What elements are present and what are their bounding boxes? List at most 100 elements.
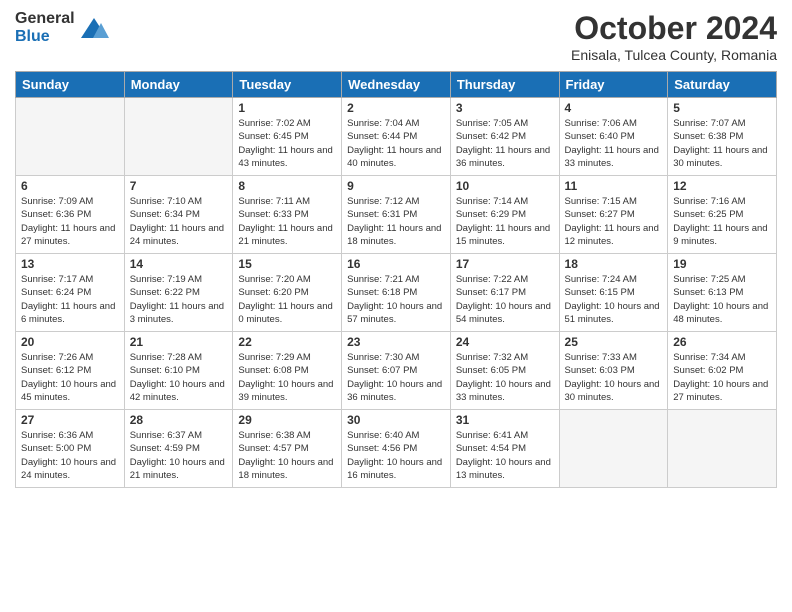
week-row-1: 1 Sunrise: 7:02 AMSunset: 6:45 PMDaylight…	[16, 98, 777, 176]
day-info: Sunrise: 7:34 AMSunset: 6:02 PMDaylight:…	[673, 351, 771, 404]
day-info: Sunrise: 7:09 AMSunset: 6:36 PMDaylight:…	[21, 195, 119, 248]
day-info: Sunrise: 7:02 AMSunset: 6:45 PMDaylight:…	[238, 117, 336, 170]
logo-blue: Blue	[15, 28, 75, 46]
calendar-cell: 13 Sunrise: 7:17 AMSunset: 6:24 PMDayligh…	[16, 254, 125, 332]
calendar-header-row: Sunday Monday Tuesday Wednesday Thursday…	[16, 72, 777, 98]
day-info: Sunrise: 7:04 AMSunset: 6:44 PMDaylight:…	[347, 117, 445, 170]
calendar-cell: 8Sunrise: 7:11 AMSunset: 6:33 PMDaylight…	[233, 176, 342, 254]
week-row-2: 6 Sunrise: 7:09 AMSunset: 6:36 PMDaylight…	[16, 176, 777, 254]
calendar-cell: 4Sunrise: 7:06 AMSunset: 6:40 PMDaylight…	[559, 98, 668, 176]
calendar-cell: 6 Sunrise: 7:09 AMSunset: 6:36 PMDaylight…	[16, 176, 125, 254]
calendar-cell: 16 Sunrise: 7:21 AMSunset: 6:18 PMDayligh…	[342, 254, 451, 332]
day-number: 6	[21, 179, 119, 193]
day-number: 14	[130, 257, 228, 271]
day-number: 11	[565, 179, 663, 193]
day-number: 29	[238, 413, 336, 427]
calendar-cell: 21 Sunrise: 7:28 AMSunset: 6:10 PMDayligh…	[124, 332, 233, 410]
calendar-cell: 24 Sunrise: 7:32 AMSunset: 6:05 PMDayligh…	[450, 332, 559, 410]
title-area: October 2024 Enisala, Tulcea County, Rom…	[571, 10, 777, 63]
day-info: Sunrise: 7:26 AMSunset: 6:12 PMDaylight:…	[21, 351, 119, 404]
calendar-cell: 30 Sunrise: 6:40 AMSunset: 4:56 PMDayligh…	[342, 410, 451, 488]
day-number: 9	[347, 179, 445, 193]
day-info: Sunrise: 7:22 AMSunset: 6:17 PMDaylight:…	[456, 273, 554, 326]
day-number: 7	[130, 179, 228, 193]
day-info: Sunrise: 7:33 AMSunset: 6:03 PMDaylight:…	[565, 351, 663, 404]
day-info: Sunrise: 7:14 AMSunset: 6:29 PMDaylight:…	[456, 195, 554, 248]
day-number: 23	[347, 335, 445, 349]
day-info: Sunrise: 6:40 AMSunset: 4:56 PMDaylight:…	[347, 429, 445, 482]
calendar-cell: 11 Sunrise: 7:15 AMSunset: 6:27 PMDayligh…	[559, 176, 668, 254]
calendar-cell: 17 Sunrise: 7:22 AMSunset: 6:17 PMDayligh…	[450, 254, 559, 332]
day-number: 27	[21, 413, 119, 427]
calendar-cell: 26 Sunrise: 7:34 AMSunset: 6:02 PMDayligh…	[668, 332, 777, 410]
day-info: Sunrise: 7:16 AMSunset: 6:25 PMDaylight:…	[673, 195, 771, 248]
day-info: Sunrise: 6:36 AMSunset: 5:00 PMDaylight:…	[21, 429, 119, 482]
col-sunday: Sunday	[16, 72, 125, 98]
week-row-4: 20 Sunrise: 7:26 AMSunset: 6:12 PMDayligh…	[16, 332, 777, 410]
day-number: 22	[238, 335, 336, 349]
calendar-cell	[16, 98, 125, 176]
day-info: Sunrise: 7:25 AMSunset: 6:13 PMDaylight:…	[673, 273, 771, 326]
day-info: Sunrise: 7:07 AMSunset: 6:38 PMDaylight:…	[673, 117, 771, 170]
week-row-5: 27 Sunrise: 6:36 AMSunset: 5:00 PMDayligh…	[16, 410, 777, 488]
day-info: Sunrise: 7:24 AMSunset: 6:15 PMDaylight:…	[565, 273, 663, 326]
day-number: 21	[130, 335, 228, 349]
day-info: Sunrise: 6:37 AMSunset: 4:59 PMDaylight:…	[130, 429, 228, 482]
calendar-cell: 7 Sunrise: 7:10 AMSunset: 6:34 PMDaylight…	[124, 176, 233, 254]
day-number: 12	[673, 179, 771, 193]
calendar-cell: 28Sunrise: 6:37 AMSunset: 4:59 PMDayligh…	[124, 410, 233, 488]
calendar-cell: 12 Sunrise: 7:16 AMSunset: 6:25 PMDayligh…	[668, 176, 777, 254]
calendar-cell: 22 Sunrise: 7:29 AMSunset: 6:08 PMDayligh…	[233, 332, 342, 410]
day-info: Sunrise: 6:41 AMSunset: 4:54 PMDaylight:…	[456, 429, 554, 482]
day-number: 3	[456, 101, 554, 115]
calendar-cell: 14 Sunrise: 7:19 AMSunset: 6:22 PMDayligh…	[124, 254, 233, 332]
calendar-cell: 9 Sunrise: 7:12 AMSunset: 6:31 PMDaylight…	[342, 176, 451, 254]
day-info: Sunrise: 7:28 AMSunset: 6:10 PMDaylight:…	[130, 351, 228, 404]
logo: General Blue	[15, 10, 109, 45]
subtitle: Enisala, Tulcea County, Romania	[571, 47, 777, 63]
month-title: October 2024	[571, 10, 777, 47]
day-number: 1	[238, 101, 336, 115]
calendar-cell: 20 Sunrise: 7:26 AMSunset: 6:12 PMDayligh…	[16, 332, 125, 410]
day-info: Sunrise: 7:21 AMSunset: 6:18 PMDaylight:…	[347, 273, 445, 326]
calendar-cell: 15 Sunrise: 7:20 AMSunset: 6:20 PMDayligh…	[233, 254, 342, 332]
day-number: 19	[673, 257, 771, 271]
day-number: 31	[456, 413, 554, 427]
calendar-cell: 31 Sunrise: 6:41 AMSunset: 4:54 PMDayligh…	[450, 410, 559, 488]
day-number: 15	[238, 257, 336, 271]
calendar-cell: 19 Sunrise: 7:25 AMSunset: 6:13 PMDayligh…	[668, 254, 777, 332]
day-info: Sunrise: 7:12 AMSunset: 6:31 PMDaylight:…	[347, 195, 445, 248]
day-number: 24	[456, 335, 554, 349]
day-number: 16	[347, 257, 445, 271]
day-info: Sunrise: 7:19 AMSunset: 6:22 PMDaylight:…	[130, 273, 228, 326]
day-number: 25	[565, 335, 663, 349]
day-number: 26	[673, 335, 771, 349]
calendar-table: Sunday Monday Tuesday Wednesday Thursday…	[15, 71, 777, 488]
col-monday: Monday	[124, 72, 233, 98]
day-number: 8	[238, 179, 336, 193]
day-info: Sunrise: 7:20 AMSunset: 6:20 PMDaylight:…	[238, 273, 336, 326]
col-saturday: Saturday	[668, 72, 777, 98]
logo-general: General	[15, 10, 75, 28]
day-info: Sunrise: 7:29 AMSunset: 6:08 PMDaylight:…	[238, 351, 336, 404]
calendar-cell: 3Sunrise: 7:05 AMSunset: 6:42 PMDaylight…	[450, 98, 559, 176]
day-number: 20	[21, 335, 119, 349]
calendar-cell: 25 Sunrise: 7:33 AMSunset: 6:03 PMDayligh…	[559, 332, 668, 410]
page: General Blue October 2024 Enisala, Tulce…	[0, 0, 792, 612]
col-thursday: Thursday	[450, 72, 559, 98]
day-number: 30	[347, 413, 445, 427]
day-info: Sunrise: 7:15 AMSunset: 6:27 PMDaylight:…	[565, 195, 663, 248]
calendar-cell: 5Sunrise: 7:07 AMSunset: 6:38 PMDaylight…	[668, 98, 777, 176]
calendar-cell	[559, 410, 668, 488]
day-number: 13	[21, 257, 119, 271]
day-info: Sunrise: 7:32 AMSunset: 6:05 PMDaylight:…	[456, 351, 554, 404]
day-info: Sunrise: 7:17 AMSunset: 6:24 PMDaylight:…	[21, 273, 119, 326]
calendar-cell: 1 Sunrise: 7:02 AMSunset: 6:45 PMDaylight…	[233, 98, 342, 176]
calendar-cell: 10 Sunrise: 7:14 AMSunset: 6:29 PMDayligh…	[450, 176, 559, 254]
day-number: 10	[456, 179, 554, 193]
day-info: Sunrise: 7:30 AMSunset: 6:07 PMDaylight:…	[347, 351, 445, 404]
calendar-cell: 2Sunrise: 7:04 AMSunset: 6:44 PMDaylight…	[342, 98, 451, 176]
day-number: 17	[456, 257, 554, 271]
day-info: Sunrise: 7:10 AMSunset: 6:34 PMDaylight:…	[130, 195, 228, 248]
day-info: Sunrise: 6:38 AMSunset: 4:57 PMDaylight:…	[238, 429, 336, 482]
